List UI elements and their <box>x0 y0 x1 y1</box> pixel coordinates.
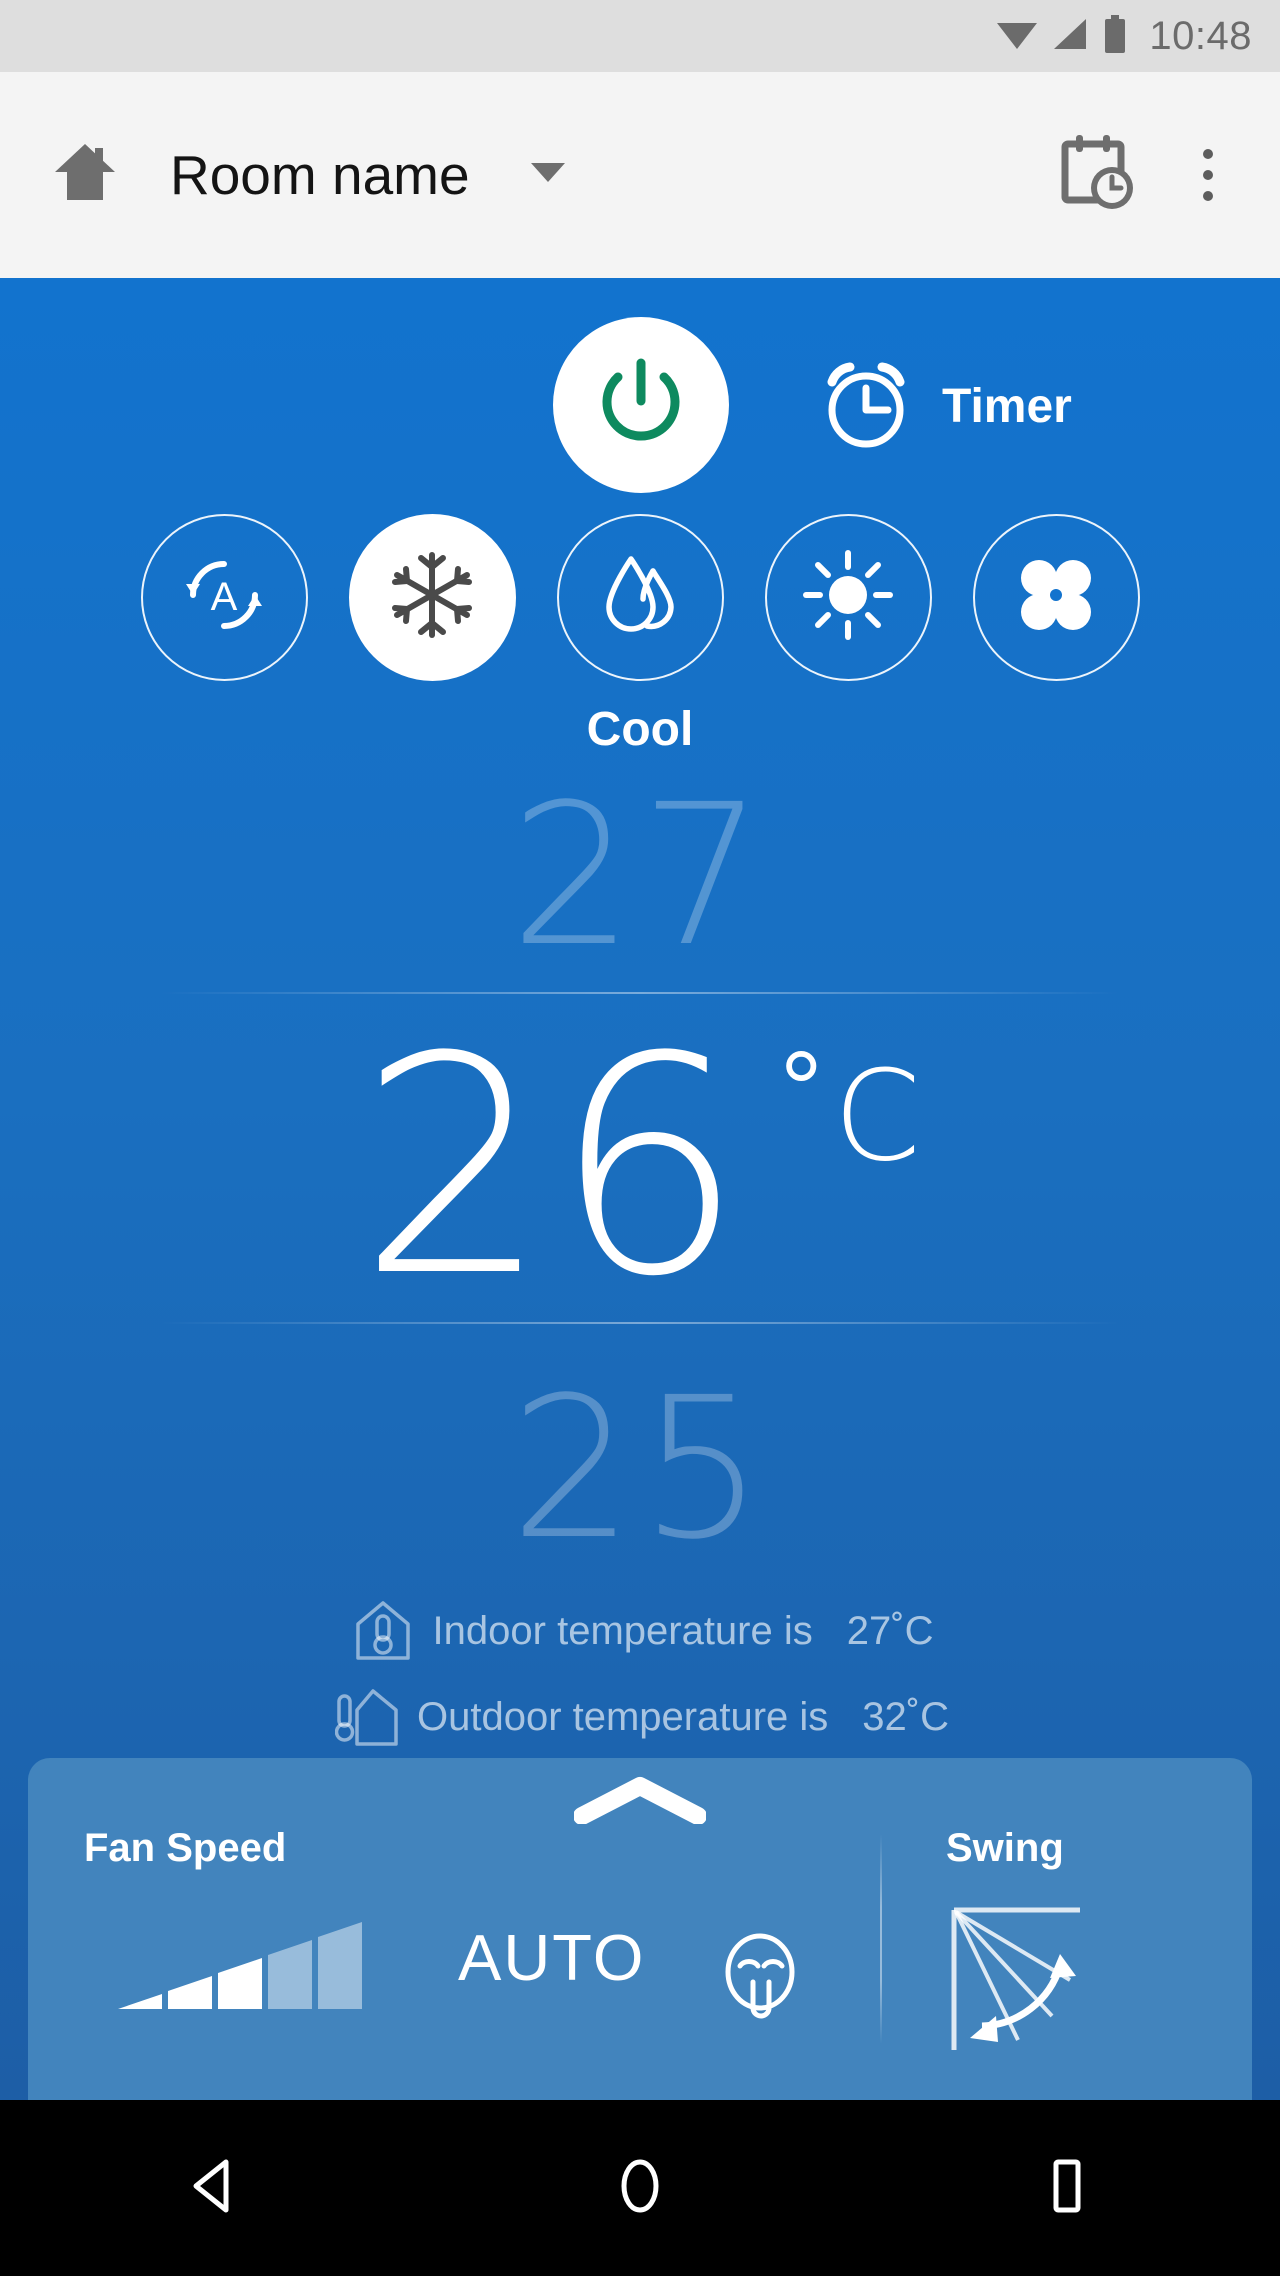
mode-button-fan[interactable] <box>972 514 1140 681</box>
outdoor-temperature-label: Outdoor temperature is <box>416 1694 829 1739</box>
fan-speed-mode[interactable]: AUTO <box>458 1920 645 1995</box>
status-bar-clock: 10:48 <box>1149 13 1252 58</box>
room-selector-button[interactable] <box>528 162 568 188</box>
back-icon <box>186 2156 240 2221</box>
app-bar: Room name <box>0 72 1280 278</box>
alarm-clock-icon <box>818 354 914 459</box>
power-timer-row: Timer <box>0 317 1280 495</box>
nav-back-button[interactable] <box>138 2128 288 2248</box>
fan-swing-panel: Fan Speed AUTO Swing <box>28 1758 1252 2100</box>
home-button[interactable] <box>48 138 122 212</box>
mode-button-heat[interactable] <box>764 514 932 681</box>
schedule-button[interactable] <box>1054 132 1140 218</box>
fan-swing-columns: Fan Speed AUTO Swing <box>28 1758 1252 2100</box>
swing-arrows-icon[interactable] <box>940 1898 1090 2063</box>
swing-label: Swing <box>946 1826 1064 1870</box>
room-name-title[interactable]: Room name <box>170 143 470 207</box>
fan-speed-bars[interactable] <box>118 1906 370 2016</box>
overflow-menu-button[interactable] <box>1170 132 1246 218</box>
battery-icon <box>1103 14 1127 58</box>
swing-section[interactable]: Swing <box>880 1758 1252 2100</box>
wifi-icon <box>997 17 1038 56</box>
indoor-temperature-value: 27˚C <box>846 1608 934 1653</box>
home-icon <box>53 142 117 209</box>
status-bar-icons <box>997 14 1127 58</box>
outdoor-temperature-row: Outdoor temperature is 32˚C <box>0 1674 1280 1760</box>
power-button[interactable] <box>553 317 729 493</box>
temperature-unit: ˚C <box>769 1044 922 1189</box>
sun-icon <box>802 549 894 646</box>
signal-icon <box>1052 17 1088 56</box>
fan-speed-label: Fan Speed <box>84 1826 287 1870</box>
temperature-setpoint[interactable]: 26 ˚C <box>0 1018 1280 1318</box>
thermometer-house-icon <box>331 1686 403 1748</box>
outdoor-temperature-value: 32˚C <box>862 1694 949 1739</box>
calendar-clock-icon <box>1060 134 1134 217</box>
android-nav-bar <box>0 2100 1280 2276</box>
water-drop-icon <box>597 549 683 646</box>
quiet-mode-icon[interactable] <box>718 1928 802 2025</box>
mode-button-cool[interactable] <box>348 514 516 681</box>
temperature-value: 26 <box>358 993 748 1342</box>
temperature-previous[interactable]: 27 <box>0 778 1280 973</box>
power-icon <box>595 355 687 456</box>
house-thermometer-icon <box>347 1600 419 1662</box>
temperature-readings: Indoor temperature is 27˚C Outdoor tempe… <box>0 1588 1280 1760</box>
mode-selector: A <box>0 514 1280 681</box>
temperature-next[interactable]: 25 <box>0 1371 1280 1566</box>
snowflake-icon <box>386 549 478 646</box>
nav-recents-button[interactable] <box>992 2128 1142 2248</box>
nav-home-button[interactable] <box>565 2128 715 2248</box>
timer-label: Timer <box>942 380 1072 433</box>
indoor-temperature-row: Indoor temperature is 27˚C <box>0 1588 1280 1674</box>
phone-screen: 10:48 Room name Timer A Cool 27 26 ˚C 25… <box>0 0 1280 2276</box>
auto-mode-icon: A <box>177 548 271 647</box>
selected-mode-label: Cool <box>586 703 694 756</box>
mode-button-auto[interactable]: A <box>140 514 308 681</box>
mode-button-dry[interactable] <box>556 514 724 681</box>
svg-text:A: A <box>211 575 238 619</box>
fan-speed-section[interactable]: Fan Speed AUTO <box>28 1758 880 2100</box>
status-bar: 10:48 <box>0 0 1280 72</box>
indoor-temperature-label: Indoor temperature is <box>432 1608 813 1653</box>
fan-icon <box>1009 548 1103 647</box>
timer-button[interactable]: Timer <box>818 354 1072 459</box>
temperature-divider-bottom <box>160 1322 1120 1324</box>
recents-icon <box>1040 2156 1094 2221</box>
home-circle-icon <box>613 2156 667 2221</box>
more-vertical-icon <box>1203 149 1213 201</box>
chevron-down-icon <box>530 162 565 188</box>
panel-divider <box>880 1834 882 2044</box>
